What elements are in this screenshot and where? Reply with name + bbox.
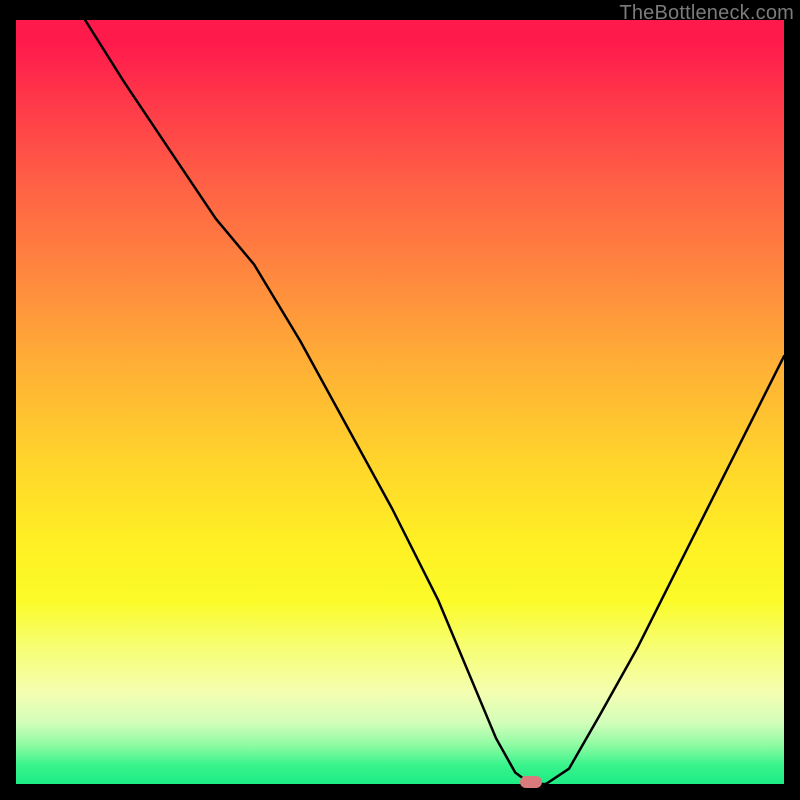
chart-curve-svg <box>16 20 784 784</box>
optimal-point-marker <box>520 776 542 788</box>
bottleneck-curve-path <box>85 20 784 784</box>
watermark-text: TheBottleneck.com <box>619 2 794 25</box>
